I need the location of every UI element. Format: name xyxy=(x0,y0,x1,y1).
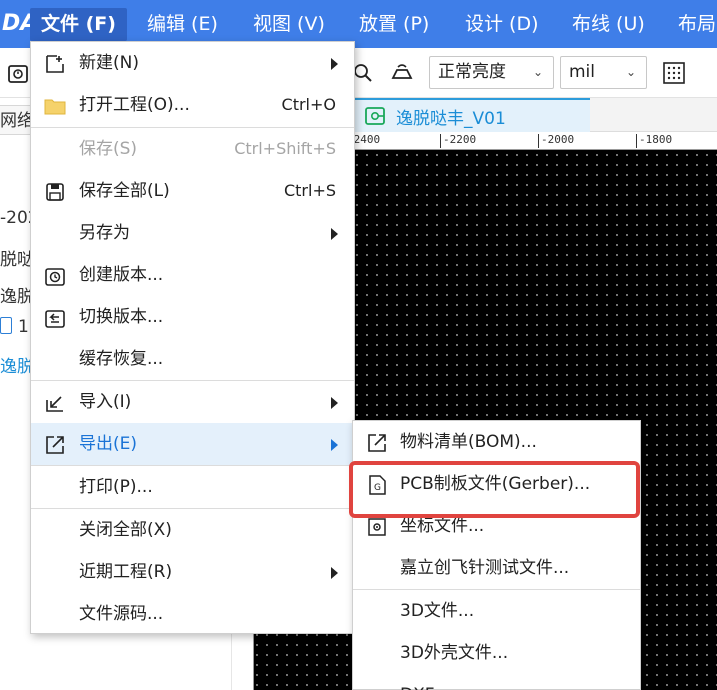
project-tree-item[interactable]: 1 xyxy=(0,317,29,337)
menu-item-create-version[interactable]: 创建版本... xyxy=(31,254,354,296)
menu-edit[interactable]: 编辑 (E) xyxy=(136,8,229,41)
menu-item-file-source[interactable]: 文件源码... xyxy=(31,593,354,635)
menu-file[interactable]: 文件 (F) xyxy=(30,8,127,41)
vertical-ruler xyxy=(232,632,254,690)
menu-place[interactable]: 放置 (P) xyxy=(348,8,440,41)
menu-design[interactable]: 设计 (D) xyxy=(454,8,550,41)
menu-item-export-flying-probe[interactable]: 嘉立创飞针测试文件... xyxy=(353,547,640,589)
project-tree-item-selected[interactable]: 逸脱 xyxy=(0,352,34,377)
menu-item-save-as[interactable]: 另存为 xyxy=(31,212,354,254)
submenu-arrow-icon xyxy=(331,439,338,451)
menu-item-label: 另存为 xyxy=(79,223,130,243)
menu-item-label: 3D外壳文件... xyxy=(400,643,509,663)
menu-item-label: 打开工程(O)... xyxy=(79,95,190,115)
menu-item-label: 切换版本... xyxy=(79,307,164,327)
chevron-down-icon: ⌄ xyxy=(532,65,543,79)
flip-board-icon[interactable] xyxy=(389,60,415,86)
new-file-icon xyxy=(43,52,67,76)
menu-item-open-project[interactable]: 打开工程(O)... Ctrl+O xyxy=(31,84,354,126)
coordinate-icon xyxy=(365,515,389,539)
export-icon xyxy=(43,433,67,457)
menu-item-cache-restore[interactable]: 缓存恢复... xyxy=(31,338,354,380)
toolbar-history-icon[interactable] xyxy=(5,60,31,86)
menu-item-save[interactable]: 保存(S) Ctrl+Shift+S xyxy=(31,128,354,170)
folder-icon xyxy=(43,94,67,118)
menu-item-export[interactable]: 导出(E) xyxy=(31,423,354,465)
menu-item-label: 物料清单(BOM)... xyxy=(400,432,537,452)
menu-item-import[interactable]: 导入(I) xyxy=(31,381,354,423)
file-icon xyxy=(0,317,12,334)
tab-pcb-document[interactable]: 逸脱哒丰_V01 xyxy=(354,98,590,132)
tab-title: 逸脱哒丰_V01 xyxy=(396,108,506,129)
menu-item-label: 保存(S) xyxy=(79,139,138,159)
menu-item-new[interactable]: 新建(N) xyxy=(31,42,354,84)
menu-item-shortcut: Ctrl+S xyxy=(283,181,336,200)
menu-item-label: 打印(P)... xyxy=(79,477,153,497)
menu-item-label: 缓存恢复... xyxy=(79,349,164,369)
ruler-tick-label: -2000 xyxy=(538,134,574,148)
menu-view[interactable]: 视图 (V) xyxy=(242,8,336,41)
switch-version-icon xyxy=(43,306,67,330)
menu-item-label: 新建(N) xyxy=(79,53,139,73)
menu-layout[interactable]: 布局 xyxy=(667,8,717,41)
project-tree-item-label: 1 xyxy=(18,317,29,337)
menu-item-label: 保存全部(L) xyxy=(79,181,170,201)
submenu-arrow-icon xyxy=(331,397,338,409)
unit-select-value: mil xyxy=(569,62,596,82)
ruler-tick-label: -2200 xyxy=(440,134,476,148)
menu-route[interactable]: 布线 (U) xyxy=(561,8,656,41)
menu-item-shortcut: Ctrl+Shift+S xyxy=(234,139,336,158)
highlight-annotation-box xyxy=(349,461,640,518)
file-menu: 新建(N) 打开工程(O)... Ctrl+O 保存(S) Ctrl+Shift… xyxy=(30,41,355,634)
menu-item-label: 文件源码... xyxy=(79,604,164,624)
import-icon xyxy=(43,391,67,415)
create-version-icon xyxy=(43,264,67,288)
brightness-select[interactable]: 正常亮度 ⌄ xyxy=(429,56,554,89)
unit-select[interactable]: mil ⌄ xyxy=(560,56,647,89)
menu-item-export-3d[interactable]: 3D文件... xyxy=(353,590,640,632)
menu-item-label: 导出(E) xyxy=(79,434,138,454)
menu-item-label: 关闭全部(X) xyxy=(79,520,172,540)
pcb-document-icon xyxy=(365,107,385,125)
menu-item-label: 导入(I) xyxy=(79,392,132,412)
ruler-tick-label: -1800 xyxy=(636,134,672,148)
menu-item-label: 近期工程(R) xyxy=(79,562,173,582)
menu-item-export-dxf[interactable]: DXF xyxy=(353,674,640,690)
menu-item-export-3d-shell[interactable]: 3D外壳文件... xyxy=(353,632,640,674)
submenu-arrow-icon xyxy=(331,228,338,240)
export-arrow-icon xyxy=(365,431,389,455)
menu-item-switch-version[interactable]: 切换版本... xyxy=(31,296,354,338)
menu-item-label: DXF xyxy=(400,674,435,690)
menu-item-save-all[interactable]: 保存全部(L) Ctrl+S xyxy=(31,170,354,212)
project-tree-item[interactable]: 逸脱 xyxy=(0,282,34,307)
menu-item-recent-projects[interactable]: 近期工程(R) xyxy=(31,551,354,593)
save-all-icon xyxy=(43,180,67,204)
grid-icon[interactable] xyxy=(661,60,687,86)
menu-item-close-all[interactable]: 关闭全部(X) xyxy=(31,509,354,551)
menu-item-label: 3D文件... xyxy=(400,601,475,621)
chevron-down-icon: ⌄ xyxy=(625,65,636,79)
submenu-arrow-icon xyxy=(331,567,338,579)
menu-item-export-bom[interactable]: 物料清单(BOM)... xyxy=(353,421,640,463)
menu-item-shortcut: Ctrl+O xyxy=(281,95,336,114)
brightness-select-value: 正常亮度 xyxy=(438,62,506,82)
menu-item-label: 创建版本... xyxy=(79,265,164,285)
menu-item-label: 嘉立创飞针测试文件... xyxy=(400,558,570,578)
submenu-arrow-icon xyxy=(331,58,338,70)
menu-item-print[interactable]: 打印(P)... xyxy=(31,466,354,508)
